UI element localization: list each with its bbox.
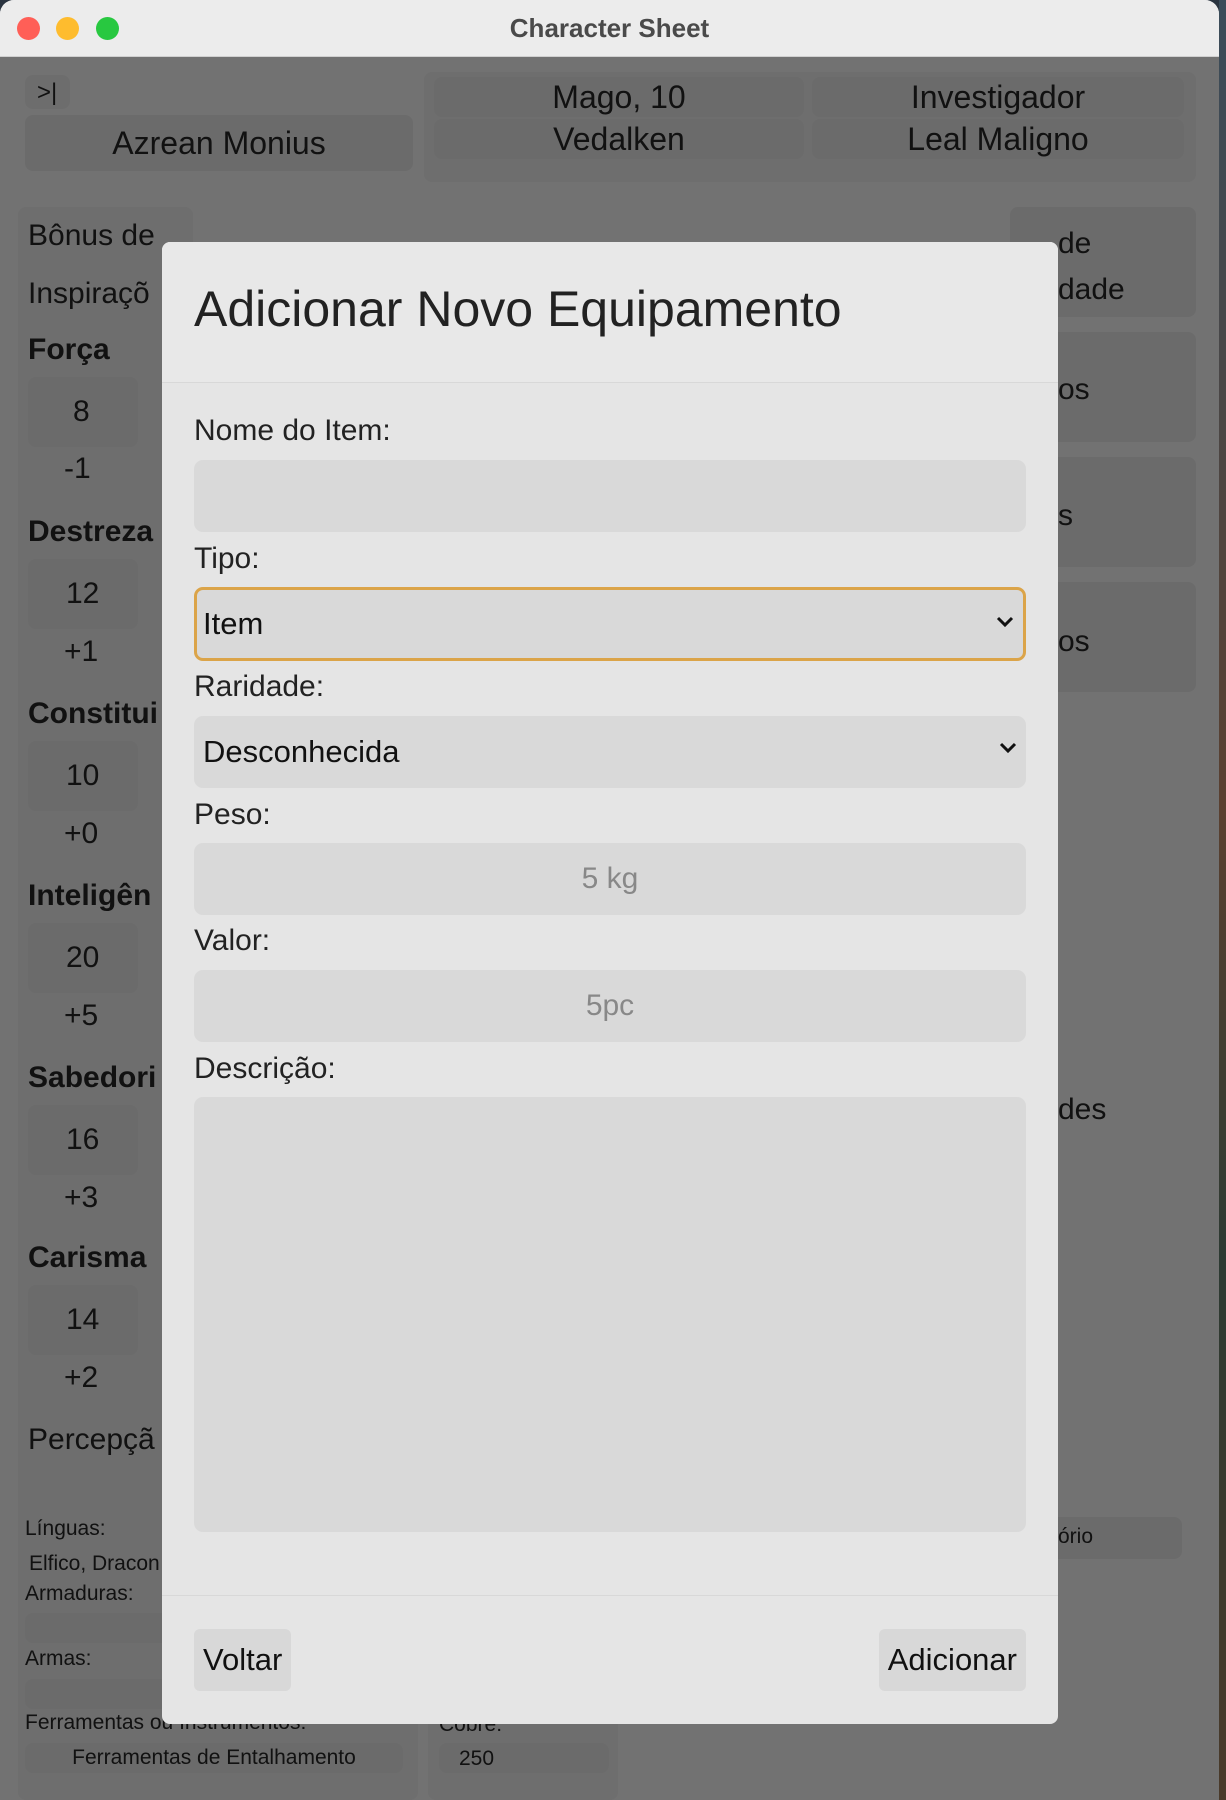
description-textarea[interactable] bbox=[194, 1097, 1026, 1532]
window-title: Character Sheet bbox=[509, 13, 710, 43]
chevron-down-icon bbox=[999, 742, 1017, 754]
back-button[interactable]: Voltar bbox=[194, 1629, 292, 1691]
weight-label: Peso: bbox=[194, 798, 271, 831]
item-name-label: Nome do Item: bbox=[194, 414, 391, 447]
value-label: Valor: bbox=[194, 924, 271, 957]
rarity-select-value: Desconhecida bbox=[203, 734, 400, 769]
title-bar: Character Sheet bbox=[0, 0, 1219, 57]
modal-header: Adicionar Novo Equipamento bbox=[162, 242, 1058, 383]
add-button[interactable]: Adicionar bbox=[878, 1629, 1026, 1691]
description-label: Descrição: bbox=[194, 1052, 336, 1085]
desktop-background bbox=[1219, 0, 1226, 1800]
weight-input[interactable]: 5 kg bbox=[194, 843, 1026, 915]
add-equipment-modal: Adicionar Novo Equipamento Nome do Item:… bbox=[162, 242, 1058, 1724]
app-window: Character Sheet >| Azrean Monius Mago, 1… bbox=[0, 0, 1219, 1800]
type-select-value: Item bbox=[203, 606, 264, 641]
rarity-select[interactable]: Desconhecida bbox=[194, 716, 1026, 788]
value-input[interactable]: 5pc bbox=[194, 970, 1026, 1042]
modal-title: Adicionar Novo Equipamento bbox=[194, 281, 842, 337]
item-name-input[interactable] bbox=[194, 460, 1026, 532]
character-sheet: >| Azrean Monius Mago, 10 Investigador V… bbox=[0, 57, 1219, 1800]
type-label: Tipo: bbox=[194, 542, 260, 575]
type-select[interactable]: Item bbox=[194, 587, 1026, 661]
modal-footer: Voltar Adicionar bbox=[162, 1595, 1058, 1724]
chevron-down-icon bbox=[996, 616, 1014, 628]
rarity-label: Raridade: bbox=[194, 670, 325, 703]
